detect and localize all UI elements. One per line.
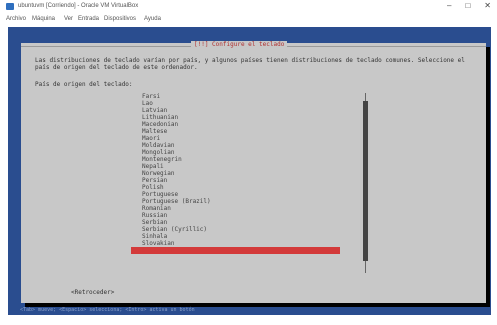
list-item[interactable]: Moldavian	[131, 142, 351, 149]
vm-statusbar-strip	[0, 315, 497, 325]
menu-maquina[interactable]: Máquina	[32, 16, 55, 22]
window-title: ubuntuvm [Corriendo] - Oracle VM Virtual…	[18, 3, 139, 9]
list-item[interactable]: Norwegian	[131, 170, 351, 177]
list-item[interactable]: Farsi	[131, 93, 351, 100]
list-item[interactable]: Portuguese	[131, 191, 351, 198]
list-item[interactable]: Romanian	[131, 205, 351, 212]
minimize-icon[interactable]: –	[447, 1, 451, 10]
list-item[interactable]: Persian	[131, 177, 351, 184]
list-item[interactable]: Serbian	[131, 219, 351, 226]
list-item[interactable]: Montenegrin	[131, 156, 351, 163]
back-button[interactable]: <Retroceder>	[71, 289, 114, 296]
keyboard-dialog: [!!] Configure el teclado Las distribuci…	[21, 41, 486, 303]
maximize-icon[interactable]: □	[465, 1, 470, 10]
menubar: Archivo Máquina Ver Entrada Dispositivos…	[0, 14, 497, 26]
menu-ayuda[interactable]: Ayuda	[144, 16, 161, 22]
virtualbox-icon	[6, 3, 14, 10]
dialog-prompt: País de origen del teclado:	[35, 81, 133, 88]
close-icon[interactable]: ✕	[484, 1, 491, 10]
list-item[interactable]: Macedonian	[131, 121, 351, 128]
scroll-thumb[interactable]	[363, 101, 368, 261]
vm-screen[interactable]: [!!] Configure el teclado Las distribuci…	[8, 27, 491, 315]
status-bar: <Tab> mueve; <Espacio> selecciona; <Intr…	[20, 307, 195, 313]
dialog-description: Las distribuciones de teclado varían por…	[35, 57, 465, 71]
list-item[interactable]: Lithuanian	[131, 114, 351, 121]
list-item[interactable]: Maltese	[131, 128, 351, 135]
list-item[interactable]: Portuguese (Brazil)	[131, 198, 351, 205]
list-item[interactable]: Slovenian	[131, 247, 340, 254]
list-item[interactable]: Nepali	[131, 163, 351, 170]
list-item[interactable]: Serbian (Cyrillic)	[131, 226, 351, 233]
dialog-title: [!!] Configure el teclado	[191, 41, 288, 48]
list-item[interactable]: Lao	[131, 100, 351, 107]
menu-entrada[interactable]: Entrada	[78, 16, 99, 22]
country-list: Farsi Lao Latvian Lithuanian Macedonian Malte…	[131, 93, 351, 254]
country-listbox[interactable]: Farsi Lao Latvian Lithuanian Macedonian Malte…	[131, 93, 376, 273]
window-controls: – □ ✕	[447, 1, 491, 10]
list-item[interactable]: Sinhala	[131, 233, 351, 240]
list-item[interactable]: Polish	[131, 184, 351, 191]
list-scrollbar[interactable]	[363, 93, 368, 273]
list-item[interactable]: Slovakian	[131, 240, 351, 247]
menu-archivo[interactable]: Archivo	[6, 16, 26, 22]
menu-dispositivos[interactable]: Dispositivos	[104, 16, 136, 22]
list-item[interactable]: Latvian	[131, 107, 351, 114]
list-item[interactable]: Maori	[131, 135, 351, 142]
list-item[interactable]: Mongolian	[131, 149, 351, 156]
list-item[interactable]: Russian	[131, 212, 351, 219]
window-titlebar: ubuntuvm [Corriendo] - Oracle VM Virtual…	[0, 0, 497, 14]
menu-ver[interactable]: Ver	[64, 16, 73, 22]
